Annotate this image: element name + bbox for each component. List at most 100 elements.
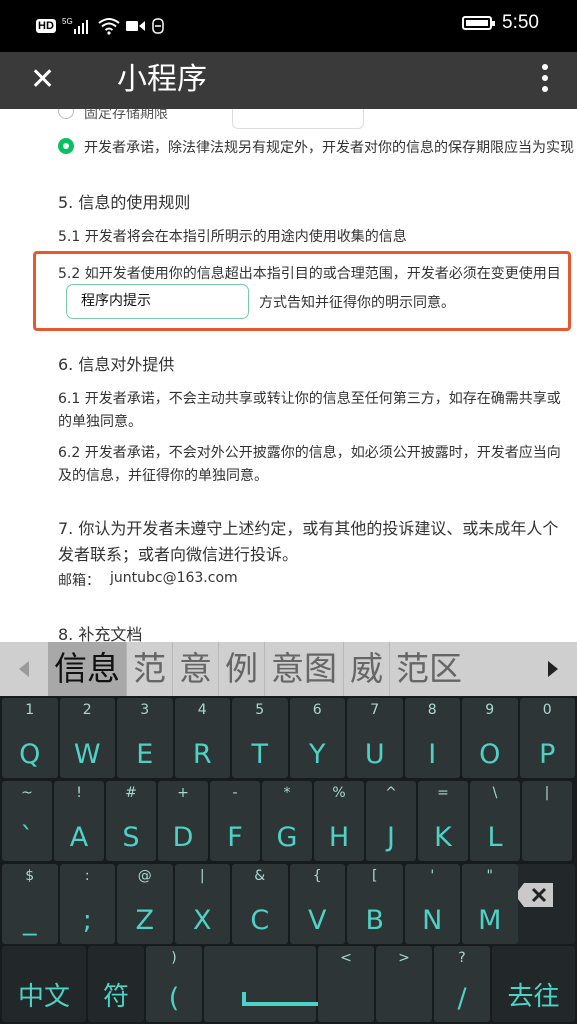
key-row3-7[interactable]: ' N [404,864,460,944]
key-label: _ [23,905,37,936]
section-7-line2: 发者联系；或者向微信进行投诉。 [58,545,299,564]
key-row2-5[interactable]: * G [262,781,312,861]
key-alt-label: % [332,785,346,801]
candidate-item[interactable]: 威 [344,642,390,696]
key-row3-2[interactable]: @ Z [117,864,173,944]
key-alt-label: ~ [21,785,33,801]
key-row2-1[interactable]: ! A [54,781,104,861]
clause-6-1-line1: 6.1 开发者承诺，不会主动共享或转让你的信息至任何第三方，如存在确需共享或 [58,391,561,407]
key-label: F [227,822,243,853]
key-alt-label: ? [458,950,466,966]
key-row3-4[interactable]: & C [232,864,288,944]
hd-badge: HD [36,19,56,33]
battery-icon [462,16,496,30]
key-alt-label: # [125,785,137,801]
key-label: Y [309,739,326,770]
key-row1-1[interactable]: 2W [59,698,115,778]
section-7-line1: 7. 你认为开发者未遵守上述约定，或有其他的投诉建议、或未成年人个 [58,519,559,538]
key-row2-9[interactable]: \ L [470,781,520,861]
key-alt-label: = [437,785,449,801]
period-input[interactable] [232,109,364,129]
radio-fixed-period[interactable] [58,109,74,119]
space-icon [242,992,330,1006]
candidate-item[interactable]: 信息 [48,642,127,696]
key-row3-5[interactable]: {V [289,864,345,944]
key-row1-9[interactable]: 0P [519,698,575,778]
key-label: 去往 [507,982,560,1012]
candidate-item[interactable]: 例 [219,642,265,696]
key-row2-10[interactable]: | [522,781,572,861]
key-alt-label: ' [430,868,435,884]
key-row1-7[interactable]: 8I [404,698,460,778]
key-row3-6[interactable]: [B [347,864,403,944]
key-row3-0[interactable]: $ _ [2,864,58,944]
section-8-title: 8. 补充文档 [58,625,143,642]
clause-6-1-line2: 的单独同意。 [58,414,142,430]
key-label: 中文 [17,982,70,1012]
key-row1-5[interactable]: 6Y [289,698,345,778]
key-row3-1[interactable]: :; [59,864,115,944]
key-label: G [276,822,298,853]
key-label: O [479,739,501,770]
key-symbols[interactable]: 符 [88,946,144,1022]
key-label: B [365,905,385,936]
key-row1-0[interactable]: 1Q [2,698,58,778]
notify-method-input[interactable]: 程序内提示 [66,284,249,319]
video-camera-icon [125,21,145,31]
section-6-title: 6. 信息对外提供 [58,355,175,374]
key-alt-label: 7 [370,702,380,718]
key-space[interactable] [204,946,330,1022]
key-row3-8[interactable]: " M [462,864,518,944]
candidate-item[interactable]: 范区 [390,642,468,696]
key-row2-4[interactable]: -F [210,781,260,861]
key-row2-2[interactable]: # S [106,781,156,861]
key-alt-label: 8 [427,702,437,718]
key-alt-label: 2 [82,702,92,718]
key-row2-7[interactable]: ^ J [366,781,416,861]
email-value: juntubc@163.com [110,570,238,586]
candidate-item[interactable]: 意 [173,642,219,696]
email-label: 邮箱： [58,573,100,589]
key-greater-than[interactable]: > [376,946,432,1022]
key-label: W [73,739,101,770]
candidate-item[interactable]: 意图 [265,642,344,696]
key-chinese-mode[interactable]: 中文 [2,946,86,1022]
key-label: E [136,739,154,770]
key-label: ( [168,983,180,1014]
key-row1-6[interactable]: 7U [347,698,403,778]
keyboard: 中文 符 ) ( < > ? / 去往 1Q2W3E4R5T6Y7U8I9O0P… [0,696,577,1024]
key-alt-label: + [177,785,189,801]
privacy-guide-content: 固定存储期限 开发者承诺，除法律法规另有规定外，开发者对你的信息的保存期限应当为… [0,109,577,642]
key-alt-label: { [312,868,322,884]
key-row1-2[interactable]: 3E [117,698,173,778]
radio-developer-promise[interactable] [58,138,74,154]
key-alt-label: 6 [312,702,322,718]
key-row2-8[interactable]: = K [418,781,468,861]
key-label: Q [19,739,41,770]
more-options-icon[interactable] [541,64,549,92]
key-row2-3[interactable]: + D [158,781,208,861]
key-row2-6[interactable]: % H [314,781,364,861]
key-alt-label: 4 [197,702,207,718]
clock: 5:50 [502,12,539,33]
key-label: N [422,905,443,936]
candidate-item[interactable]: 范 [127,642,173,696]
key-alt-label: 0 [542,702,552,718]
key-go[interactable]: 去往 [492,946,575,1022]
key-row1-8[interactable]: 9O [462,698,518,778]
key-alt-label: : [84,868,90,884]
key-row2-0[interactable]: ~ ` [2,781,52,861]
backspace-icon [515,883,553,907]
candidate-next-arrow-icon[interactable] [531,642,575,696]
key-alt-label: ^ [385,785,397,801]
key-alt-label: | [544,785,550,801]
key-less-than[interactable]: < [318,946,374,1022]
candidate-prev-arrow-icon[interactable] [2,642,46,696]
close-icon[interactable]: ✕ [30,62,55,98]
signal-icon: 5G [62,17,88,34]
key-paren[interactable]: ) ( [146,946,202,1022]
key-row1-4[interactable]: 5T [232,698,288,778]
key-slash[interactable]: ? / [434,946,490,1022]
key-row1-3[interactable]: 4R [174,698,230,778]
key-row3-3[interactable]: | X [174,864,230,944]
